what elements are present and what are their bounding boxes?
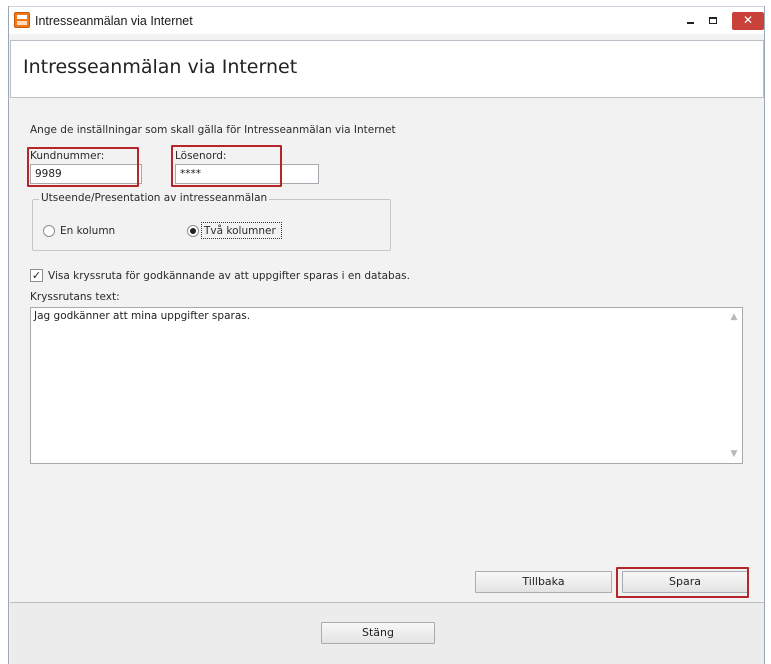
layout-group-legend: Utseende/Presentation av intresseanmälan bbox=[39, 192, 270, 204]
losenord-highlight bbox=[171, 145, 282, 187]
app-window: Intresseanmälan via Internet ✕ Intressea… bbox=[8, 6, 765, 664]
radio-tva-kolumner[interactable] bbox=[187, 225, 199, 237]
radio-tva-kolumner-label[interactable]: Två kolumner bbox=[204, 225, 276, 237]
maximize-icon bbox=[709, 17, 717, 24]
checkbox-text-area[interactable]: Jag godkänner att mina uppgifter sparas.… bbox=[30, 307, 743, 464]
close-icon: ✕ bbox=[742, 13, 754, 27]
scroll-down-icon[interactable]: ▼ bbox=[729, 449, 739, 459]
textarea-scrollbar[interactable]: ▲ ▼ bbox=[726, 308, 742, 463]
check-icon: ✓ bbox=[31, 269, 42, 282]
layout-groupbox: Utseende/Presentation av intresseanmälan… bbox=[32, 192, 391, 251]
maximize-button[interactable] bbox=[704, 12, 722, 30]
instruction-text: Ange de inställningar som skall gälla fö… bbox=[30, 124, 396, 136]
minimize-button[interactable] bbox=[681, 12, 699, 30]
kundnummer-highlight bbox=[27, 147, 139, 187]
consent-checkbox-label[interactable]: Visa kryssruta för godkännande av att up… bbox=[48, 270, 410, 282]
radio-en-kolumn[interactable] bbox=[43, 225, 55, 237]
checkbox-text-label: Kryssrutans text: bbox=[30, 291, 120, 303]
settings-panel: Ange de inställningar som skall gälla fö… bbox=[10, 100, 764, 600]
back-button[interactable]: Tillbaka bbox=[475, 571, 612, 593]
minimize-icon bbox=[686, 22, 694, 24]
page-header: Intresseanmälan via Internet bbox=[10, 40, 764, 98]
checkbox-text-value: Jag godkänner att mina uppgifter sparas. bbox=[34, 310, 251, 322]
close-window-button[interactable]: ✕ bbox=[732, 12, 764, 30]
radio-en-kolumn-label[interactable]: En kolumn bbox=[60, 225, 115, 237]
consent-checkbox[interactable]: ✓ bbox=[30, 269, 43, 282]
save-highlight bbox=[616, 567, 749, 598]
scroll-up-icon[interactable]: ▲ bbox=[729, 312, 739, 322]
page-title: Intresseanmälan via Internet bbox=[23, 56, 298, 78]
dialog-footer: Stäng bbox=[10, 602, 764, 664]
app-icon bbox=[14, 12, 30, 28]
title-bar[interactable]: Intresseanmälan via Internet ✕ bbox=[9, 6, 764, 34]
window-title: Intresseanmälan via Internet bbox=[35, 14, 193, 28]
close-button[interactable]: Stäng bbox=[321, 622, 435, 644]
